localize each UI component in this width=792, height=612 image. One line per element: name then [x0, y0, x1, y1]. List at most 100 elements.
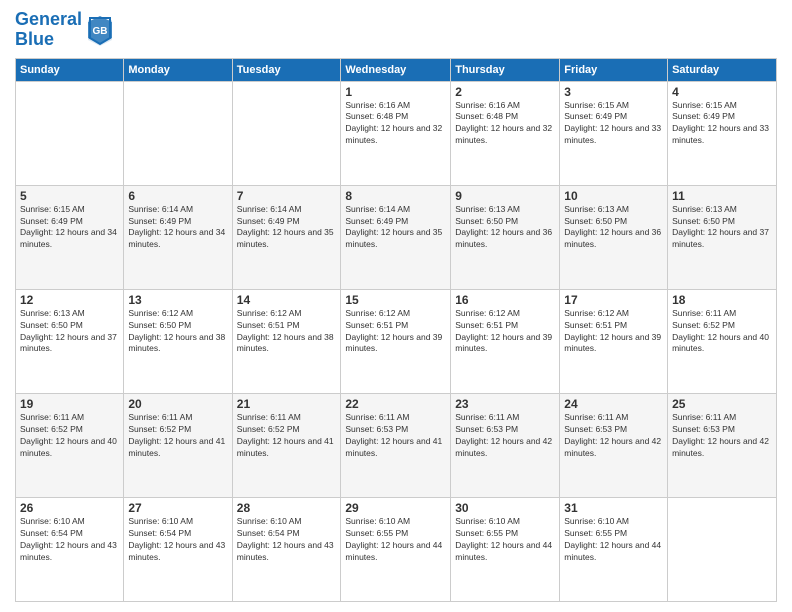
calendar-cell: 27Sunrise: 6:10 AMSunset: 6:54 PMDayligh…: [124, 497, 232, 601]
weekday-header-monday: Monday: [124, 58, 232, 81]
day-number: 13: [128, 293, 227, 307]
calendar-cell: 15Sunrise: 6:12 AMSunset: 6:51 PMDayligh…: [341, 289, 451, 393]
day-number: 30: [455, 501, 555, 515]
calendar-cell: 3Sunrise: 6:15 AMSunset: 6:49 PMDaylight…: [560, 81, 668, 185]
header: General Blue GB: [15, 10, 777, 50]
day-info: Sunrise: 6:15 AMSunset: 6:49 PMDaylight:…: [564, 100, 663, 148]
calendar-cell: 12Sunrise: 6:13 AMSunset: 6:50 PMDayligh…: [16, 289, 124, 393]
calendar-cell: 1Sunrise: 6:16 AMSunset: 6:48 PMDaylight…: [341, 81, 451, 185]
day-info: Sunrise: 6:11 AMSunset: 6:52 PMDaylight:…: [672, 308, 772, 356]
day-info: Sunrise: 6:12 AMSunset: 6:51 PMDaylight:…: [345, 308, 446, 356]
day-number: 8: [345, 189, 446, 203]
day-number: 9: [455, 189, 555, 203]
calendar-cell: 17Sunrise: 6:12 AMSunset: 6:51 PMDayligh…: [560, 289, 668, 393]
calendar-cell: [232, 81, 341, 185]
day-info: Sunrise: 6:10 AMSunset: 6:54 PMDaylight:…: [128, 516, 227, 564]
day-number: 14: [237, 293, 337, 307]
calendar-cell: 18Sunrise: 6:11 AMSunset: 6:52 PMDayligh…: [668, 289, 777, 393]
calendar-cell: 4Sunrise: 6:15 AMSunset: 6:49 PMDaylight…: [668, 81, 777, 185]
day-number: 12: [20, 293, 119, 307]
day-info: Sunrise: 6:16 AMSunset: 6:48 PMDaylight:…: [345, 100, 446, 148]
calendar-cell: [16, 81, 124, 185]
day-number: 26: [20, 501, 119, 515]
day-number: 24: [564, 397, 663, 411]
calendar-page: General Blue GB Sunda: [0, 0, 792, 612]
day-info: Sunrise: 6:15 AMSunset: 6:49 PMDaylight:…: [20, 204, 119, 252]
day-number: 28: [237, 501, 337, 515]
calendar-cell: 5Sunrise: 6:15 AMSunset: 6:49 PMDaylight…: [16, 185, 124, 289]
day-info: Sunrise: 6:14 AMSunset: 6:49 PMDaylight:…: [128, 204, 227, 252]
day-info: Sunrise: 6:13 AMSunset: 6:50 PMDaylight:…: [672, 204, 772, 252]
day-number: 19: [20, 397, 119, 411]
calendar-cell: 8Sunrise: 6:14 AMSunset: 6:49 PMDaylight…: [341, 185, 451, 289]
day-info: Sunrise: 6:10 AMSunset: 6:55 PMDaylight:…: [345, 516, 446, 564]
calendar-cell: 14Sunrise: 6:12 AMSunset: 6:51 PMDayligh…: [232, 289, 341, 393]
logo-text: General: [15, 10, 82, 30]
logo-general: General: [15, 9, 82, 29]
day-number: 6: [128, 189, 227, 203]
day-number: 31: [564, 501, 663, 515]
calendar-cell: 19Sunrise: 6:11 AMSunset: 6:52 PMDayligh…: [16, 393, 124, 497]
weekday-header-wednesday: Wednesday: [341, 58, 451, 81]
day-number: 23: [455, 397, 555, 411]
weekday-header-tuesday: Tuesday: [232, 58, 341, 81]
calendar-cell: 20Sunrise: 6:11 AMSunset: 6:52 PMDayligh…: [124, 393, 232, 497]
calendar-week-1: 1Sunrise: 6:16 AMSunset: 6:48 PMDaylight…: [16, 81, 777, 185]
calendar-cell: 9Sunrise: 6:13 AMSunset: 6:50 PMDaylight…: [451, 185, 560, 289]
day-info: Sunrise: 6:10 AMSunset: 6:55 PMDaylight:…: [455, 516, 555, 564]
logo-icon: GB: [84, 12, 116, 48]
day-info: Sunrise: 6:11 AMSunset: 6:53 PMDaylight:…: [564, 412, 663, 460]
calendar-week-4: 19Sunrise: 6:11 AMSunset: 6:52 PMDayligh…: [16, 393, 777, 497]
calendar-cell: 16Sunrise: 6:12 AMSunset: 6:51 PMDayligh…: [451, 289, 560, 393]
day-info: Sunrise: 6:11 AMSunset: 6:52 PMDaylight:…: [20, 412, 119, 460]
day-info: Sunrise: 6:11 AMSunset: 6:53 PMDaylight:…: [345, 412, 446, 460]
calendar-cell: 28Sunrise: 6:10 AMSunset: 6:54 PMDayligh…: [232, 497, 341, 601]
day-info: Sunrise: 6:16 AMSunset: 6:48 PMDaylight:…: [455, 100, 555, 148]
day-number: 16: [455, 293, 555, 307]
logo-blue: Blue: [15, 30, 82, 50]
day-number: 2: [455, 85, 555, 99]
calendar-cell: 23Sunrise: 6:11 AMSunset: 6:53 PMDayligh…: [451, 393, 560, 497]
day-info: Sunrise: 6:11 AMSunset: 6:52 PMDaylight:…: [237, 412, 337, 460]
day-number: 27: [128, 501, 227, 515]
day-number: 11: [672, 189, 772, 203]
calendar-week-2: 5Sunrise: 6:15 AMSunset: 6:49 PMDaylight…: [16, 185, 777, 289]
calendar-cell: 26Sunrise: 6:10 AMSunset: 6:54 PMDayligh…: [16, 497, 124, 601]
day-number: 10: [564, 189, 663, 203]
calendar-cell: 7Sunrise: 6:14 AMSunset: 6:49 PMDaylight…: [232, 185, 341, 289]
calendar-week-5: 26 Sunrise: 6:10 AMSunset: 6:54 PMDayligh…: [16, 497, 777, 601]
day-info: Sunrise: 6:12 AMSunset: 6:51 PMDaylight:…: [564, 308, 663, 356]
day-number: 3: [564, 85, 663, 99]
calendar-cell: 6Sunrise: 6:14 AMSunset: 6:49 PMDaylight…: [124, 185, 232, 289]
calendar-cell: 29Sunrise: 6:10 AMSunset: 6:55 PMDayligh…: [341, 497, 451, 601]
day-number: 25: [672, 397, 772, 411]
day-info: Sunrise: 6:14 AMSunset: 6:49 PMDaylight:…: [345, 204, 446, 252]
calendar-cell: 2Sunrise: 6:16 AMSunset: 6:48 PMDaylight…: [451, 81, 560, 185]
day-number: 18: [672, 293, 772, 307]
day-number: 1: [345, 85, 446, 99]
day-info: Sunrise: 6:13 AMSunset: 6:50 PMDaylight:…: [20, 308, 119, 356]
day-info: Sunrise: 6:14 AMSunset: 6:49 PMDaylight:…: [237, 204, 337, 252]
day-info: Sunrise: 6:13 AMSunset: 6:50 PMDaylight:…: [564, 204, 663, 252]
day-info: Sunrise: 6:10 AMSunset: 6:54 PMDaylight:…: [237, 516, 337, 564]
calendar-week-3: 12Sunrise: 6:13 AMSunset: 6:50 PMDayligh…: [16, 289, 777, 393]
day-info: Sunrise: 6:13 AMSunset: 6:50 PMDaylight:…: [455, 204, 555, 252]
day-number: 20: [128, 397, 227, 411]
day-number: 4: [672, 85, 772, 99]
calendar-cell: 10Sunrise: 6:13 AMSunset: 6:50 PMDayligh…: [560, 185, 668, 289]
day-info: Sunrise: 6:11 AMSunset: 6:53 PMDaylight:…: [672, 412, 772, 460]
weekday-header-sunday: Sunday: [16, 58, 124, 81]
day-info: Sunrise: 6:10 AMSunset: 6:55 PMDaylight:…: [564, 516, 663, 564]
day-number: 22: [345, 397, 446, 411]
day-number: 29: [345, 501, 446, 515]
weekday-header-saturday: Saturday: [668, 58, 777, 81]
calendar-table: SundayMondayTuesdayWednesdayThursdayFrid…: [15, 58, 777, 602]
calendar-cell: [124, 81, 232, 185]
logo: General Blue GB: [15, 10, 116, 50]
day-number: 5: [20, 189, 119, 203]
day-info: Sunrise: 6:12 AMSunset: 6:51 PMDaylight:…: [237, 308, 337, 356]
calendar-cell: 22Sunrise: 6:11 AMSunset: 6:53 PMDayligh…: [341, 393, 451, 497]
day-info: Sunrise: 6:15 AMSunset: 6:49 PMDaylight:…: [672, 100, 772, 148]
weekday-header-friday: Friday: [560, 58, 668, 81]
calendar-cell: 31Sunrise: 6:10 AMSunset: 6:55 PMDayligh…: [560, 497, 668, 601]
